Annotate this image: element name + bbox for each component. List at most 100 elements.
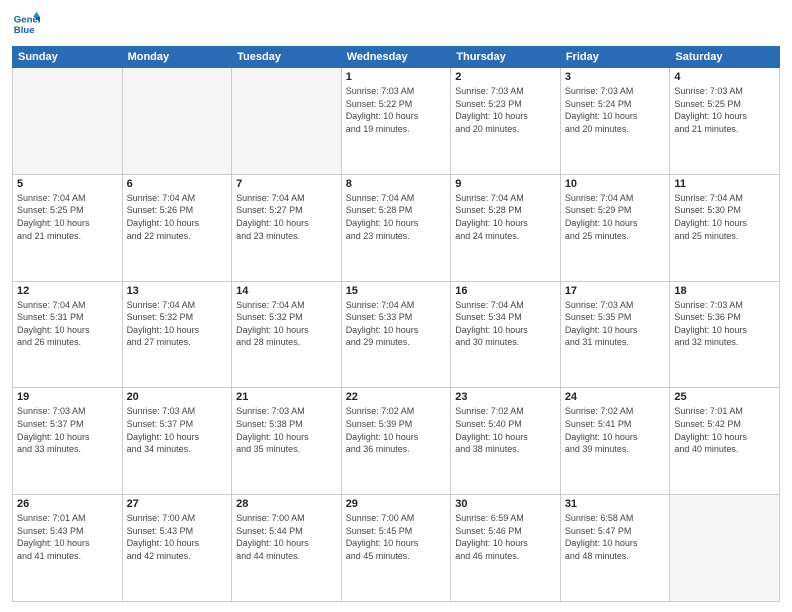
calendar-cell: 24 Sunrise: 7:02 AM Sunset: 5:41 PM Dayli… [560, 388, 670, 495]
day-number: 10 [565, 178, 666, 190]
day-info: Sunrise: 7:01 AM Sunset: 5:43 PM Dayligh… [17, 512, 118, 562]
day-number: 8 [346, 178, 447, 190]
day-number: 12 [17, 285, 118, 297]
day-number: 30 [455, 498, 556, 510]
day-info: Sunrise: 7:00 AM Sunset: 5:43 PM Dayligh… [127, 512, 228, 562]
day-info: Sunrise: 7:03 AM Sunset: 5:37 PM Dayligh… [127, 405, 228, 455]
day-number: 13 [127, 285, 228, 297]
calendar-cell: 11 Sunrise: 7:04 AM Sunset: 5:30 PM Dayli… [670, 174, 780, 281]
calendar-cell: 18 Sunrise: 7:03 AM Sunset: 5:36 PM Dayli… [670, 281, 780, 388]
day-number: 22 [346, 391, 447, 403]
calendar-cell: 1 Sunrise: 7:03 AM Sunset: 5:22 PM Daylig… [341, 68, 451, 175]
day-number: 17 [565, 285, 666, 297]
calendar-cell: 10Sunrise: 7:04 AM Sunset: 5:29 PM Dayli… [560, 174, 670, 281]
logo-icon: General Blue [12, 10, 40, 38]
day-number: 26 [17, 498, 118, 510]
calendar-cell [670, 495, 780, 602]
day-number: 2 [455, 71, 556, 83]
calendar-cell: 4 Sunrise: 7:03 AM Sunset: 5:25 PM Daylig… [670, 68, 780, 175]
day-info: Sunrise: 7:03 AM Sunset: 5:24 PM Dayligh… [565, 85, 666, 135]
day-number: 29 [346, 498, 447, 510]
calendar-cell: 17Sunrise: 7:03 AM Sunset: 5:35 PM Dayli… [560, 281, 670, 388]
day-number: 7 [236, 178, 337, 190]
calendar-page: General Blue SundayMondayTuesdayWednesda… [0, 0, 792, 612]
week-row-0: 1 Sunrise: 7:03 AM Sunset: 5:22 PM Daylig… [13, 68, 780, 175]
calendar-table: SundayMondayTuesdayWednesdayThursdayFrid… [12, 46, 780, 602]
day-info: Sunrise: 7:04 AM Sunset: 5:32 PM Dayligh… [127, 299, 228, 349]
week-row-2: 12 Sunrise: 7:04 AM Sunset: 5:31 PM Dayli… [13, 281, 780, 388]
calendar-body: 1 Sunrise: 7:03 AM Sunset: 5:22 PM Daylig… [13, 68, 780, 602]
calendar-cell [13, 68, 123, 175]
calendar-cell: 22 Sunrise: 7:02 AM Sunset: 5:39 PM Dayli… [341, 388, 451, 495]
day-info: Sunrise: 7:02 AM Sunset: 5:40 PM Dayligh… [455, 405, 556, 455]
day-info: Sunrise: 7:03 AM Sunset: 5:38 PM Dayligh… [236, 405, 337, 455]
day-number: 24 [565, 391, 666, 403]
day-info: Sunrise: 7:04 AM Sunset: 5:34 PM Dayligh… [455, 299, 556, 349]
calendar-cell: 26 Sunrise: 7:01 AM Sunset: 5:43 PM Dayli… [13, 495, 123, 602]
day-header-friday: Friday [560, 47, 670, 68]
day-info: Sunrise: 7:03 AM Sunset: 5:23 PM Dayligh… [455, 85, 556, 135]
calendar-cell: 21Sunrise: 7:03 AM Sunset: 5:38 PM Dayli… [232, 388, 342, 495]
day-info: Sunrise: 7:04 AM Sunset: 5:28 PM Dayligh… [455, 192, 556, 242]
day-info: Sunrise: 7:02 AM Sunset: 5:41 PM Dayligh… [565, 405, 666, 455]
day-header-wednesday: Wednesday [341, 47, 451, 68]
calendar-cell: 31 Sunrise: 6:58 AM Sunset: 5:47 PM Dayli… [560, 495, 670, 602]
day-info: Sunrise: 7:03 AM Sunset: 5:36 PM Dayligh… [674, 299, 775, 349]
day-info: Sunrise: 7:03 AM Sunset: 5:22 PM Dayligh… [346, 85, 447, 135]
day-info: Sunrise: 7:04 AM Sunset: 5:33 PM Dayligh… [346, 299, 447, 349]
calendar-cell: 20 Sunrise: 7:03 AM Sunset: 5:37 PM Dayli… [122, 388, 232, 495]
day-header-row: SundayMondayTuesdayWednesdayThursdayFrid… [13, 47, 780, 68]
calendar-cell: 19Sunrise: 7:03 AM Sunset: 5:37 PM Dayli… [13, 388, 123, 495]
day-number: 1 [346, 71, 447, 83]
calendar-cell: 6 Sunrise: 7:04 AM Sunset: 5:26 PM Daylig… [122, 174, 232, 281]
day-header-thursday: Thursday [451, 47, 561, 68]
calendar-cell: 12 Sunrise: 7:04 AM Sunset: 5:31 PM Dayli… [13, 281, 123, 388]
day-info: Sunrise: 7:04 AM Sunset: 5:26 PM Dayligh… [127, 192, 228, 242]
day-info: Sunrise: 7:02 AM Sunset: 5:39 PM Dayligh… [346, 405, 447, 455]
day-number: 25 [674, 391, 775, 403]
calendar-cell: 15 Sunrise: 7:04 AM Sunset: 5:33 PM Dayli… [341, 281, 451, 388]
day-info: Sunrise: 7:03 AM Sunset: 5:25 PM Dayligh… [674, 85, 775, 135]
calendar-cell [122, 68, 232, 175]
day-info: Sunrise: 7:04 AM Sunset: 5:30 PM Dayligh… [674, 192, 775, 242]
day-info: Sunrise: 7:04 AM Sunset: 5:27 PM Dayligh… [236, 192, 337, 242]
day-number: 14 [236, 285, 337, 297]
day-info: Sunrise: 7:00 AM Sunset: 5:45 PM Dayligh… [346, 512, 447, 562]
day-number: 11 [674, 178, 775, 190]
week-row-3: 19 Sunrise: 7:03 AM Sunset: 5:37 PM Dayli… [13, 388, 780, 495]
calendar-cell: 27Sunrise: 7:00 AM Sunset: 5:43 PM Dayli… [122, 495, 232, 602]
day-header-tuesday: Tuesday [232, 47, 342, 68]
day-number: 4 [674, 71, 775, 83]
header: General Blue [12, 10, 780, 38]
day-info: Sunrise: 7:04 AM Sunset: 5:31 PM Dayligh… [17, 299, 118, 349]
day-info: Sunrise: 7:00 AM Sunset: 5:44 PM Dayligh… [236, 512, 337, 562]
day-info: Sunrise: 7:04 AM Sunset: 5:32 PM Dayligh… [236, 299, 337, 349]
calendar-cell [232, 68, 342, 175]
day-info: Sunrise: 6:58 AM Sunset: 5:47 PM Dayligh… [565, 512, 666, 562]
day-number: 15 [346, 285, 447, 297]
day-info: Sunrise: 6:59 AM Sunset: 5:46 PM Dayligh… [455, 512, 556, 562]
calendar-cell: 9 Sunrise: 7:04 AM Sunset: 5:28 PM Daylig… [451, 174, 561, 281]
day-number: 18 [674, 285, 775, 297]
day-info: Sunrise: 7:04 AM Sunset: 5:28 PM Dayligh… [346, 192, 447, 242]
day-number: 6 [127, 178, 228, 190]
day-number: 20 [127, 391, 228, 403]
day-number: 3 [565, 71, 666, 83]
day-number: 23 [455, 391, 556, 403]
calendar-cell: 16 Sunrise: 7:04 AM Sunset: 5:34 PM Dayli… [451, 281, 561, 388]
calendar-cell: 28 Sunrise: 7:00 AM Sunset: 5:44 PM Dayli… [232, 495, 342, 602]
day-number: 9 [455, 178, 556, 190]
week-row-4: 26 Sunrise: 7:01 AM Sunset: 5:43 PM Dayli… [13, 495, 780, 602]
calendar-cell: 29 Sunrise: 7:00 AM Sunset: 5:45 PM Dayli… [341, 495, 451, 602]
day-info: Sunrise: 7:01 AM Sunset: 5:42 PM Dayligh… [674, 405, 775, 455]
day-number: 19 [17, 391, 118, 403]
calendar-cell: 25 Sunrise: 7:01 AM Sunset: 5:42 PM Dayli… [670, 388, 780, 495]
calendar-cell: 3 Sunrise: 7:03 AM Sunset: 5:24 PM Daylig… [560, 68, 670, 175]
day-number: 28 [236, 498, 337, 510]
calendar-cell: 2 Sunrise: 7:03 AM Sunset: 5:23 PM Daylig… [451, 68, 561, 175]
day-info: Sunrise: 7:04 AM Sunset: 5:25 PM Dayligh… [17, 192, 118, 242]
day-header-saturday: Saturday [670, 47, 780, 68]
day-number: 16 [455, 285, 556, 297]
day-number: 31 [565, 498, 666, 510]
logo: General Blue [12, 10, 40, 38]
